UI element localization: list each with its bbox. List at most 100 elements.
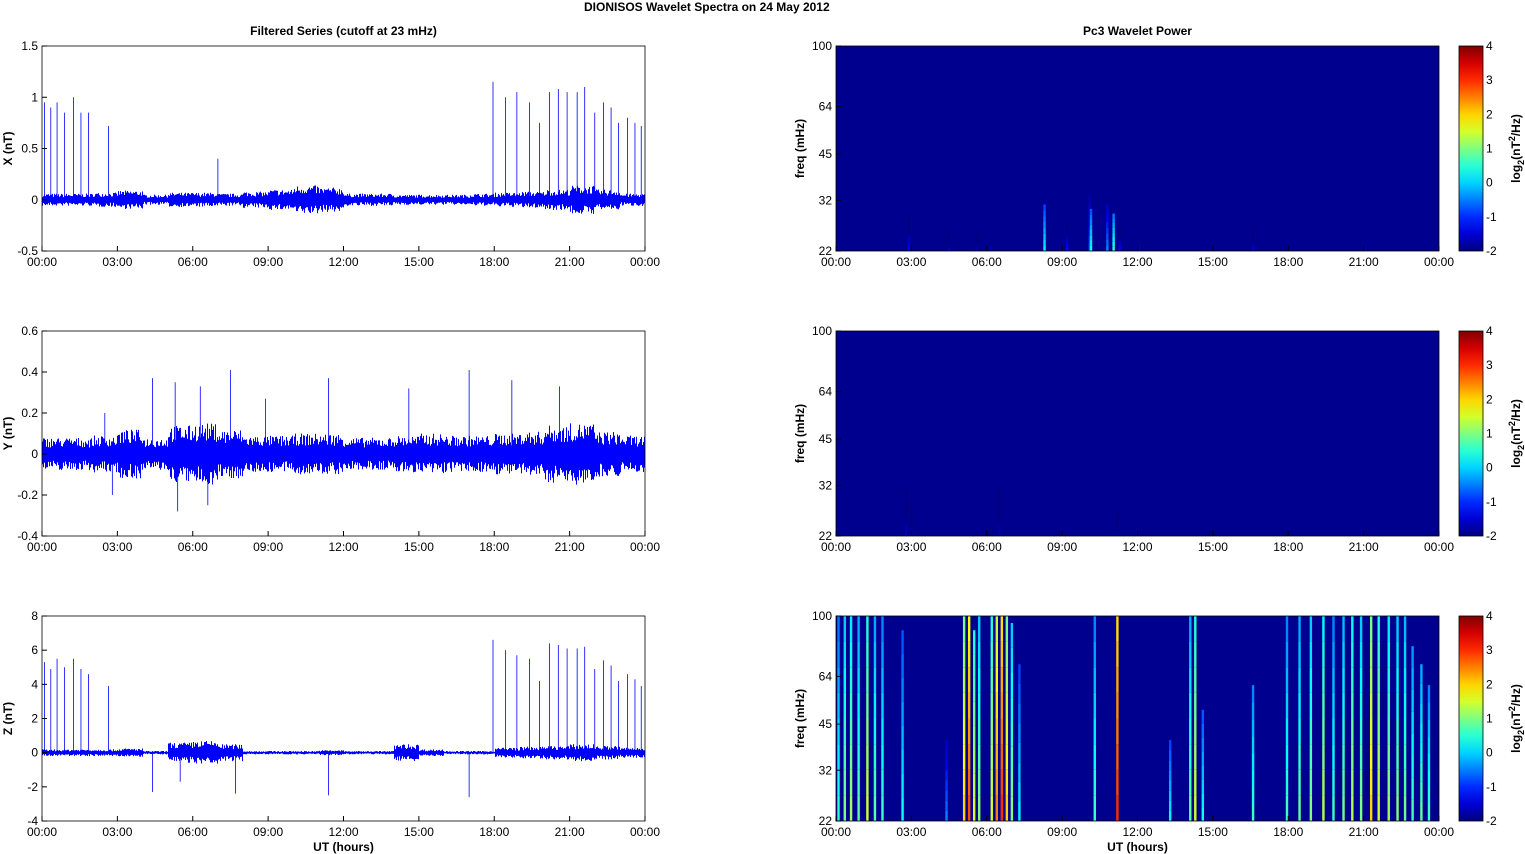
power-cell xyxy=(1065,226,1069,231)
colorbar-tick-label: 1 xyxy=(1486,427,1493,441)
power-cell xyxy=(866,744,869,770)
power-event xyxy=(945,740,948,821)
power-cell xyxy=(967,744,971,770)
power-cell xyxy=(1065,247,1069,251)
y-tick-label: 4 xyxy=(31,677,38,691)
power-cell xyxy=(1010,771,1014,797)
power-cell xyxy=(849,744,853,770)
power-cell xyxy=(1112,236,1115,242)
power-cell xyxy=(978,641,981,668)
x-tick-label: 03:00 xyxy=(896,825,926,839)
power-cell xyxy=(901,773,904,798)
power-cell xyxy=(1000,769,1004,796)
power-cell xyxy=(995,769,998,796)
power-cell xyxy=(1116,667,1119,693)
y-tick-label: 45 xyxy=(819,147,833,161)
power-event xyxy=(1065,223,1069,251)
power-event xyxy=(1351,616,1354,821)
colorbar-tick-label: -1 xyxy=(1486,780,1497,794)
power-event xyxy=(1322,616,1325,821)
x-tick-label: 09:00 xyxy=(1047,540,1077,554)
power-cell xyxy=(990,744,993,770)
power-cell xyxy=(1342,667,1345,693)
power-cell xyxy=(1377,744,1380,770)
power-cell xyxy=(1251,228,1255,232)
power-cell xyxy=(857,692,860,719)
y-tick-label: 100 xyxy=(812,609,832,623)
power-cell xyxy=(1411,689,1414,712)
power-cell xyxy=(873,641,877,668)
power-cell xyxy=(1411,646,1414,669)
power-cell xyxy=(1411,733,1414,756)
power-event xyxy=(1359,616,1363,821)
power-cell xyxy=(1369,769,1373,796)
power-cell xyxy=(1116,524,1119,528)
power-cell xyxy=(1332,641,1335,668)
power-cell xyxy=(1189,769,1192,796)
power-cell xyxy=(881,769,884,796)
power-cell xyxy=(1351,718,1354,745)
power-cell xyxy=(1351,769,1354,796)
power-cell xyxy=(843,667,846,693)
power-cell xyxy=(1106,245,1109,251)
time-series-line xyxy=(42,81,645,214)
y-tick-label: 0 xyxy=(31,447,38,461)
power-event xyxy=(1043,204,1046,251)
power-event xyxy=(1427,685,1431,821)
power-cell xyxy=(990,718,993,745)
time-series-line xyxy=(42,369,645,512)
chart-title: Pc3 Wavelet Power xyxy=(1083,24,1192,38)
y-axis-label: Z (nT) xyxy=(1,702,15,735)
y-tick-label: 64 xyxy=(819,99,833,113)
power-cell xyxy=(998,512,1001,519)
power-cell xyxy=(947,244,951,247)
power-cell xyxy=(962,692,966,719)
power-cell xyxy=(995,795,998,821)
y-tick-label: 32 xyxy=(819,193,833,207)
power-cell xyxy=(1309,667,1313,693)
power-cell xyxy=(843,769,846,796)
x-tick-label: 18:00 xyxy=(1273,255,1303,269)
power-cell xyxy=(1043,245,1046,251)
power-cell xyxy=(978,744,981,770)
power-cell xyxy=(1369,667,1373,693)
power-cell xyxy=(1010,697,1014,722)
power-cell xyxy=(901,677,904,702)
power-cell xyxy=(995,616,998,642)
power-event xyxy=(901,630,904,821)
power-cell xyxy=(978,616,981,642)
power-cell xyxy=(866,718,869,745)
power-cell xyxy=(1420,683,1423,704)
x-tick-label: 00:00 xyxy=(27,255,57,269)
power-event xyxy=(1018,664,1021,821)
power-event xyxy=(843,616,846,821)
power-cell xyxy=(1106,210,1109,217)
power-cell xyxy=(947,238,951,241)
power-cell xyxy=(1043,216,1046,222)
power-cell xyxy=(1000,667,1004,693)
power-cell xyxy=(1377,769,1380,796)
power-cell xyxy=(910,507,913,512)
power-cell xyxy=(881,692,884,719)
x-tick-label: 21:00 xyxy=(555,255,585,269)
power-cell xyxy=(1189,718,1192,745)
power-cell xyxy=(1351,795,1354,821)
power-cell xyxy=(837,795,840,821)
power-cell xyxy=(1005,744,1009,770)
power-cell xyxy=(1322,795,1325,821)
power-cell xyxy=(1201,779,1205,794)
power-event xyxy=(1369,616,1373,821)
power-cell xyxy=(1116,530,1119,534)
power-cell xyxy=(1116,641,1119,668)
x-tick-label: 21:00 xyxy=(1349,540,1379,554)
power-cell xyxy=(1377,667,1380,693)
power-cell xyxy=(1005,667,1009,693)
power-cell xyxy=(849,718,853,745)
power-cell xyxy=(1168,760,1172,771)
power-cell xyxy=(1018,801,1021,821)
colorbar-tick-label: 3 xyxy=(1486,73,1493,87)
power-cell xyxy=(910,523,913,528)
power-cell xyxy=(905,524,908,531)
power-cell xyxy=(975,233,978,236)
power-cell xyxy=(1194,795,1197,821)
